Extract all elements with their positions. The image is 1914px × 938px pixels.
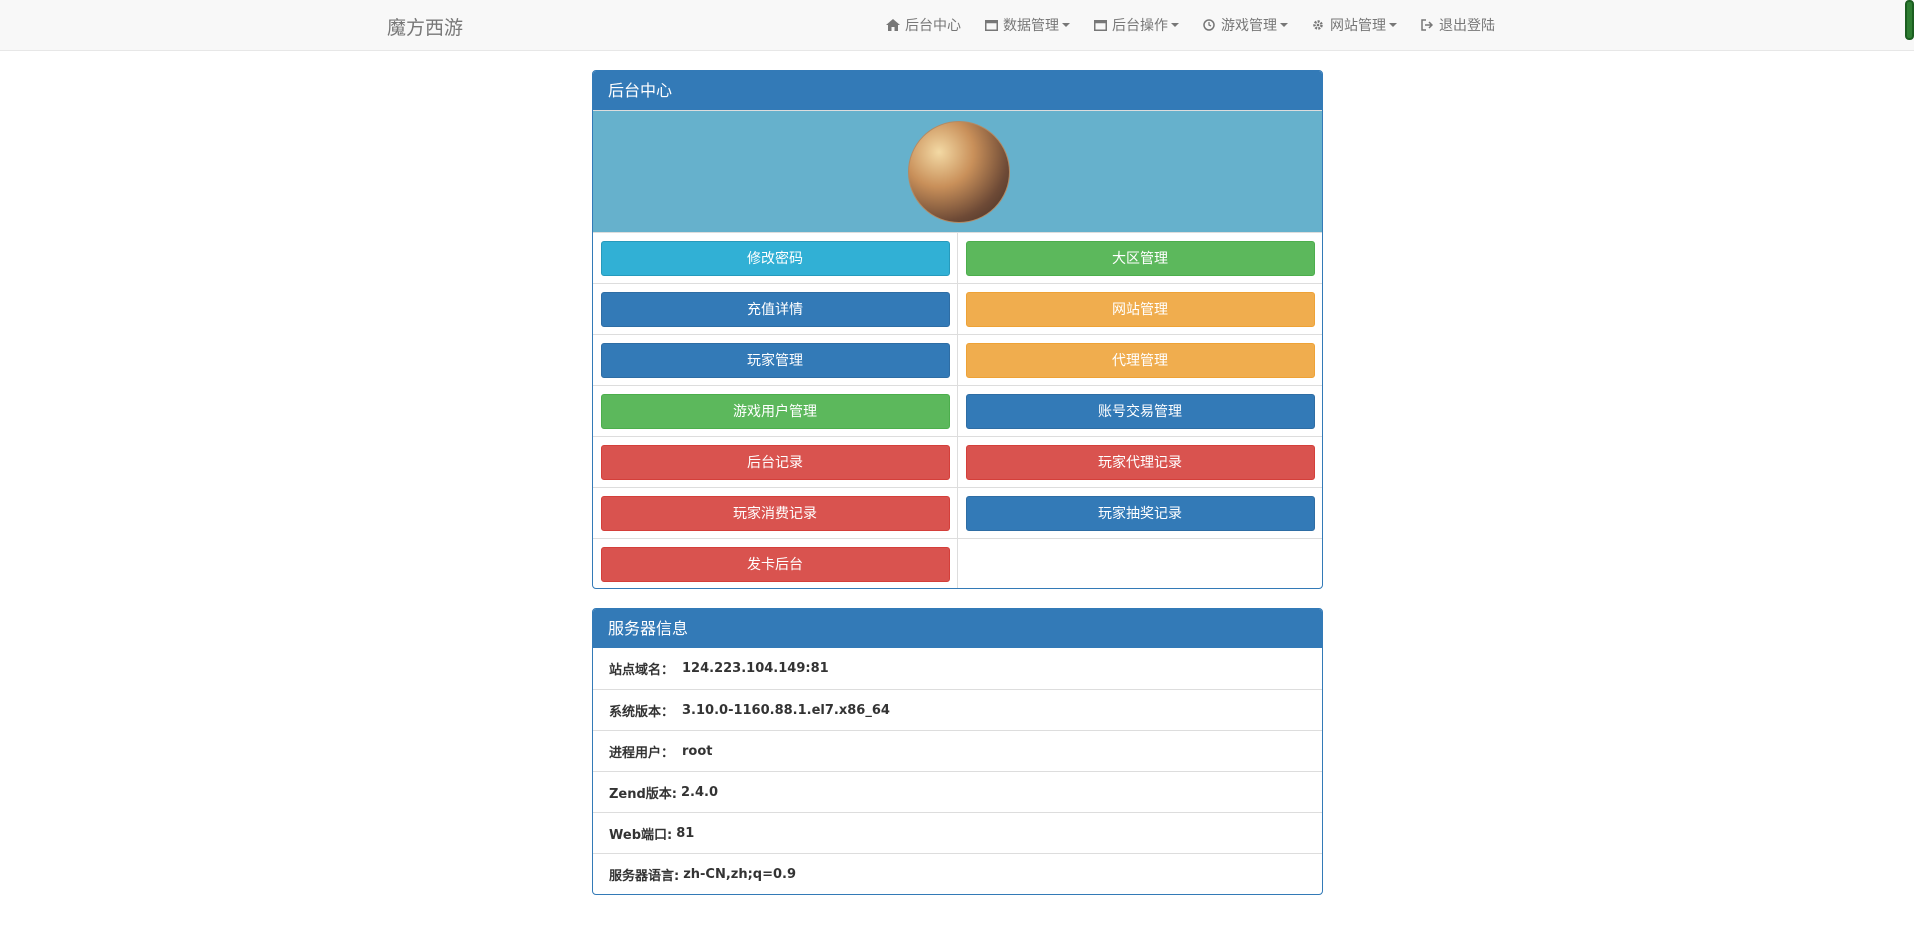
nav-item-dashboard[interactable]: 后台中心 — [885, 15, 961, 35]
player-agent-log-button[interactable]: 玩家代理记录 — [965, 444, 1315, 480]
caret-down-icon — [1389, 23, 1397, 27]
nav-item-site-management[interactable]: 网站管理 — [1310, 15, 1397, 35]
button-cell: 玩家抽奖记录 — [958, 487, 1322, 538]
player-management-button[interactable]: 玩家管理 — [600, 342, 950, 378]
game-user-management-button[interactable]: 游戏用户管理 — [600, 393, 950, 429]
window-icon — [1092, 18, 1108, 32]
nav-item-data-management[interactable]: 数据管理 — [983, 15, 1070, 35]
account-trade-management-button[interactable]: 账号交易管理 — [965, 393, 1315, 429]
button-cell: 充值详情 — [593, 283, 958, 334]
info-value: 124.223.104.149:81 — [682, 661, 829, 676]
server-info-row: Web端口: 81 — [593, 812, 1322, 853]
button-cell: 大区管理 — [958, 232, 1322, 283]
clock-icon — [1201, 18, 1217, 32]
panel-title: 后台中心 — [593, 71, 1322, 110]
card-backend-button[interactable]: 发卡后台 — [600, 546, 950, 582]
nav-item-label: 数据管理 — [1003, 18, 1059, 34]
nav-item-label: 游戏管理 — [1221, 18, 1277, 34]
panel-title: 服务器信息 — [593, 609, 1322, 648]
empty-cell — [958, 538, 1322, 588]
agent-management-button[interactable]: 代理管理 — [965, 342, 1315, 378]
button-cell: 后台记录 — [593, 436, 958, 487]
info-label: 进程用户： — [609, 745, 675, 761]
server-info-row: 进程用户： root — [593, 730, 1322, 771]
server-info-list: 站点域名： 124.223.104.149:81 系统版本： 3.10.0-1160.… — [593, 648, 1322, 894]
server-info-row: Zend版本: 2.4.0 — [593, 771, 1322, 812]
button-cell: 发卡后台 — [593, 538, 958, 588]
nav-item-backend-ops[interactable]: 后台操作 — [1092, 15, 1179, 35]
avatar-band — [593, 110, 1322, 232]
info-label: 系统版本： — [609, 704, 675, 720]
server-info-panel: 服务器信息 站点域名： 124.223.104.149:81 系统版本： 3.10.0… — [592, 608, 1323, 895]
server-info-row: 站点域名： 124.223.104.149:81 — [593, 648, 1322, 689]
site-management-button[interactable]: 网站管理 — [965, 291, 1315, 327]
server-info-row: 服务器语言: zh-CN,zh;q=0.9 — [593, 853, 1322, 894]
admin-center-panel: 后台中心 修改密码 大区管理 充值详情 网站管理 玩家管理 代理管理 游戏用户管理 账号交易管… — [592, 70, 1323, 589]
info-value: zh-CN,zh;q=0.9 — [683, 866, 797, 882]
caret-down-icon — [1062, 23, 1070, 27]
backend-log-button[interactable]: 后台记录 — [600, 444, 950, 480]
server-info-row: 系统版本： 3.10.0-1160.88.1.el7.x86_64 — [593, 689, 1322, 730]
change-password-button[interactable]: 修改密码 — [600, 240, 950, 276]
admin-button-grid: 修改密码 大区管理 充值详情 网站管理 玩家管理 代理管理 游戏用户管理 账号交易管理 后台记录… — [593, 232, 1322, 588]
info-value: root — [682, 743, 713, 759]
recharge-details-button[interactable]: 充值详情 — [600, 291, 950, 327]
user-avatar — [908, 121, 1010, 223]
info-label: Web端口: — [609, 827, 673, 843]
button-cell: 游戏用户管理 — [593, 385, 958, 436]
nav-item-logout[interactable]: 退出登陆 — [1419, 15, 1495, 35]
info-value: 81 — [676, 825, 695, 841]
scrollbar-thumb[interactable] — [1905, 0, 1914, 40]
nav-item-label: 网站管理 — [1330, 18, 1386, 34]
nav-item-label: 退出登陆 — [1439, 18, 1495, 34]
nav-item-game-management[interactable]: 游戏管理 — [1201, 15, 1288, 35]
nav-item-label: 后台中心 — [905, 18, 961, 34]
gear-icon — [1310, 18, 1326, 32]
main-nav: 后台中心 数据管理 后台操作 游戏管理 网站管理 退出登陆 — [885, 0, 1517, 50]
button-cell: 网站管理 — [958, 283, 1322, 334]
caret-down-icon — [1280, 23, 1288, 27]
home-icon — [885, 18, 901, 32]
button-cell: 代理管理 — [958, 334, 1322, 385]
info-value: 3.10.0-1160.88.1.el7.x86_64 — [682, 702, 890, 718]
logout-icon — [1419, 18, 1435, 32]
caret-down-icon — [1171, 23, 1179, 27]
brand-title[interactable]: 魔方西游 — [387, 13, 463, 40]
info-label: 站点域名： — [609, 663, 675, 678]
button-cell: 玩家管理 — [593, 334, 958, 385]
player-lottery-log-button[interactable]: 玩家抽奖记录 — [965, 495, 1315, 531]
info-value: 2.4.0 — [681, 784, 719, 800]
nav-item-label: 后台操作 — [1112, 18, 1168, 34]
button-cell: 修改密码 — [593, 232, 958, 283]
button-cell: 账号交易管理 — [958, 385, 1322, 436]
player-spending-log-button[interactable]: 玩家消费记录 — [600, 495, 950, 531]
region-management-button[interactable]: 大区管理 — [965, 240, 1315, 276]
info-label: 服务器语言: — [609, 868, 680, 884]
button-cell: 玩家代理记录 — [958, 436, 1322, 487]
top-navbar: 魔方西游 后台中心 数据管理 后台操作 游戏管理 网站管理 退出登陆 — [0, 0, 1914, 51]
button-cell: 玩家消费记录 — [593, 487, 958, 538]
window-icon — [983, 18, 999, 32]
info-label: Zend版本: — [609, 786, 678, 802]
